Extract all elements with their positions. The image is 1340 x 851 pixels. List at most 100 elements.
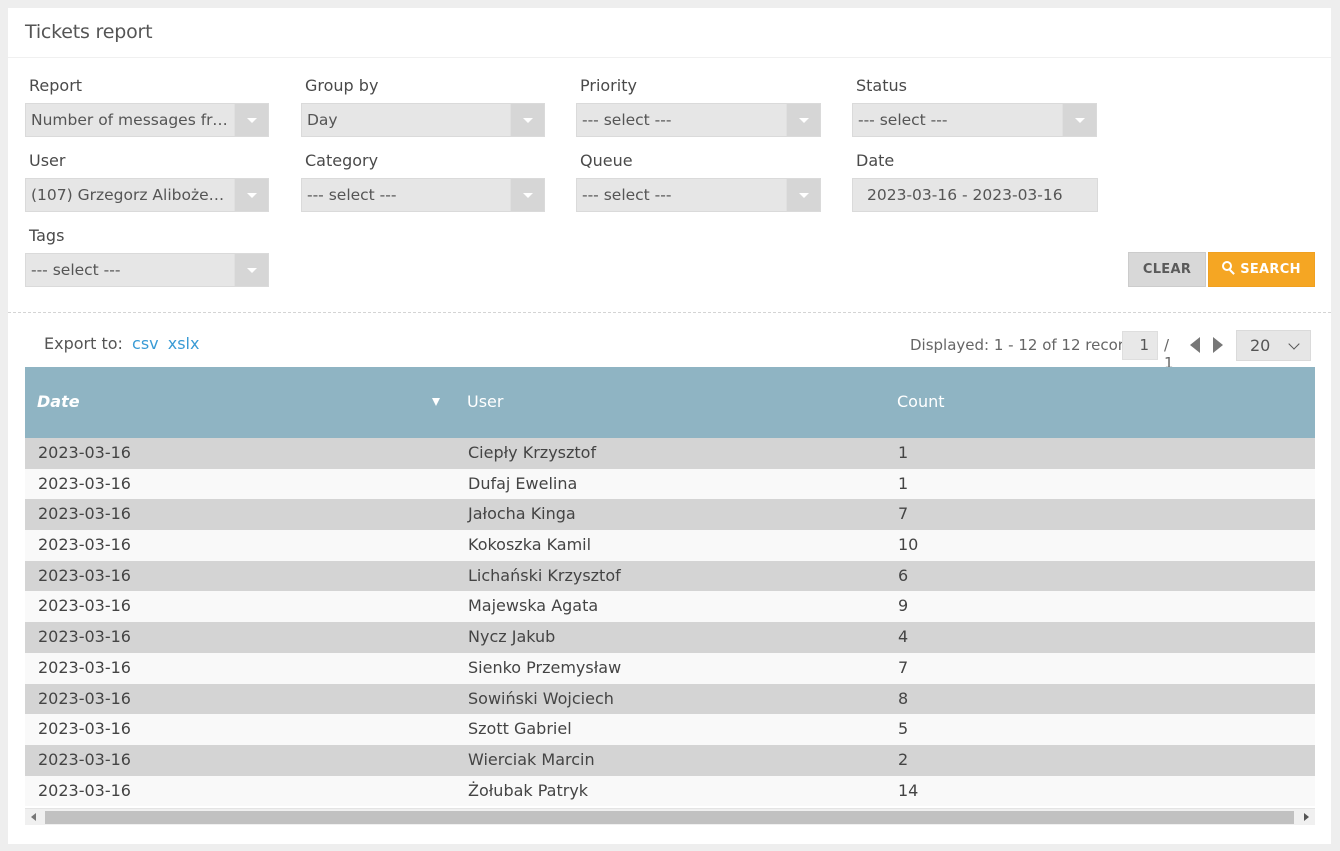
caret-down-icon bbox=[1075, 118, 1085, 123]
priority-select-value: --- select --- bbox=[582, 111, 672, 129]
tags-select-value: --- select --- bbox=[31, 261, 121, 279]
search-button-label: SEARCH bbox=[1240, 262, 1301, 277]
group-by-select-toggle[interactable] bbox=[510, 104, 544, 136]
date-range-input[interactable]: 2023-03-16 - 2023-03-16 bbox=[852, 178, 1098, 212]
tags-select[interactable]: --- select --- bbox=[25, 253, 269, 287]
cell-user: Ciepły Krzysztof bbox=[468, 443, 597, 462]
priority-select-toggle[interactable] bbox=[786, 104, 820, 136]
report-select-toggle[interactable] bbox=[234, 104, 268, 136]
report-select[interactable]: Number of messages fro... bbox=[25, 103, 269, 137]
user-select[interactable]: (107) Grzegorz Alibożek, ... bbox=[25, 178, 269, 212]
priority-select[interactable]: --- select --- bbox=[576, 103, 821, 137]
status-label: Status bbox=[856, 76, 907, 95]
tags-select-toggle[interactable] bbox=[234, 254, 268, 286]
category-select[interactable]: --- select --- bbox=[301, 178, 545, 212]
cell-user: Sowiński Wojciech bbox=[468, 688, 614, 708]
cell-user: Dufaj Ewelina bbox=[468, 473, 578, 493]
scroll-right-icon[interactable] bbox=[1304, 813, 1309, 821]
report-panel: Tickets report Report Number of messages… bbox=[8, 8, 1331, 844]
queue-select[interactable]: --- select --- bbox=[576, 178, 821, 212]
page-size-value: 20 bbox=[1250, 336, 1271, 355]
page-number-input[interactable]: 1 bbox=[1122, 331, 1158, 360]
scrollbar-thumb[interactable] bbox=[45, 811, 1294, 824]
queue-select-value: --- select --- bbox=[582, 186, 672, 204]
page-title: Tickets report bbox=[25, 21, 153, 43]
table-row[interactable]: 2023-03-16 Wierciak Marcin 2 bbox=[25, 744, 1315, 776]
horizontal-scrollbar[interactable] bbox=[25, 808, 1315, 825]
report-label: Report bbox=[29, 76, 83, 95]
next-page-icon[interactable] bbox=[1213, 337, 1223, 353]
cell-count: 7 bbox=[898, 657, 909, 677]
cell-count: 9 bbox=[898, 596, 909, 616]
cell-user: Wierciak Marcin bbox=[468, 749, 595, 769]
export-bar: Export to: csv xslx bbox=[44, 334, 199, 353]
cell-count: 8 bbox=[898, 688, 909, 708]
cell-date: 2023-03-16 bbox=[38, 749, 131, 769]
cell-date: 2023-03-16 bbox=[38, 504, 131, 524]
caret-down-icon bbox=[247, 193, 257, 198]
priority-label: Priority bbox=[580, 76, 637, 95]
status-select-toggle[interactable] bbox=[1062, 104, 1096, 136]
group-by-select-value: Day bbox=[307, 111, 338, 129]
table-row[interactable]: 2023-03-16 Nycz Jakub 4 bbox=[25, 622, 1315, 653]
caret-down-icon bbox=[799, 193, 809, 198]
export-csv-link[interactable]: csv bbox=[132, 334, 159, 353]
page-size-select[interactable]: 20 bbox=[1236, 330, 1311, 361]
previous-page-icon[interactable] bbox=[1190, 337, 1200, 353]
column-header-count[interactable]: Count bbox=[897, 392, 945, 411]
export-xslx-link[interactable]: xslx bbox=[168, 334, 200, 353]
category-select-toggle[interactable] bbox=[510, 179, 544, 211]
table-row[interactable]: 2023-03-16 Żołubak Patryk 14 bbox=[25, 775, 1315, 807]
cell-count: 7 bbox=[898, 504, 909, 524]
cell-count: 4 bbox=[898, 627, 909, 647]
cell-date: 2023-03-16 bbox=[38, 780, 131, 800]
table-row[interactable]: 2023-03-16 Kokoszka Kamil 10 bbox=[25, 530, 1315, 561]
panel-header: Tickets report bbox=[8, 8, 1331, 58]
table-row[interactable]: 2023-03-16 Szott Gabriel 5 bbox=[25, 714, 1315, 745]
cell-user: Majewska Agata bbox=[468, 596, 599, 616]
table-row[interactable]: 2023-03-16 Sowiński Wojciech 8 bbox=[25, 683, 1315, 715]
clear-button[interactable]: CLEAR bbox=[1128, 252, 1206, 287]
tags-label: Tags bbox=[29, 226, 65, 245]
cell-date: 2023-03-16 bbox=[38, 688, 131, 708]
table-row[interactable]: 2023-03-16 Ciepły Krzysztof 1 bbox=[25, 438, 1315, 469]
caret-down-icon bbox=[247, 268, 257, 273]
cell-count: 10 bbox=[898, 535, 919, 555]
table-row[interactable]: 2023-03-16 Jałocha Kinga 7 bbox=[25, 499, 1315, 531]
table-row[interactable]: 2023-03-16 Sienko Przemysław 7 bbox=[25, 652, 1315, 684]
chevron-down-icon bbox=[1288, 338, 1300, 350]
status-select[interactable]: --- select --- bbox=[852, 103, 1097, 137]
export-label: Export to: bbox=[44, 334, 123, 353]
search-button[interactable]: SEARCH bbox=[1208, 252, 1315, 287]
date-range-value: 2023-03-16 - 2023-03-16 bbox=[867, 186, 1063, 204]
cell-count: 2 bbox=[898, 749, 909, 769]
table-row[interactable]: 2023-03-16 Lichański Krzysztof 6 bbox=[25, 560, 1315, 592]
category-label: Category bbox=[305, 151, 379, 170]
column-header-date[interactable]: Date bbox=[37, 392, 80, 411]
cell-date: 2023-03-16 bbox=[38, 565, 131, 585]
category-select-value: --- select --- bbox=[307, 186, 397, 204]
cell-user: Kokoszka Kamil bbox=[468, 535, 592, 555]
group-by-label: Group by bbox=[305, 76, 379, 95]
column-header-user[interactable]: User bbox=[467, 392, 503, 411]
caret-down-icon bbox=[247, 118, 257, 123]
table-row[interactable]: 2023-03-16 Dufaj Ewelina 1 bbox=[25, 468, 1315, 500]
search-icon bbox=[1222, 261, 1236, 275]
table-row[interactable]: 2023-03-16 Majewska Agata 9 bbox=[25, 591, 1315, 623]
status-select-value: --- select --- bbox=[858, 111, 948, 129]
cell-date: 2023-03-16 bbox=[38, 657, 131, 677]
cell-user: Szott Gabriel bbox=[468, 719, 572, 739]
cell-count: 1 bbox=[898, 473, 909, 493]
user-select-toggle[interactable] bbox=[234, 179, 268, 211]
report-select-value: Number of messages fro... bbox=[31, 111, 231, 129]
user-select-value: (107) Grzegorz Alibożek, ... bbox=[31, 186, 231, 204]
cell-user: Sienko Przemysław bbox=[468, 657, 622, 677]
caret-down-icon bbox=[799, 118, 809, 123]
scroll-left-icon[interactable] bbox=[31, 813, 36, 821]
cell-count: 5 bbox=[898, 719, 909, 739]
clear-button-label: CLEAR bbox=[1142, 262, 1192, 277]
cell-date: 2023-03-16 bbox=[38, 443, 131, 462]
queue-select-toggle[interactable] bbox=[786, 179, 820, 211]
sort-descending-icon[interactable] bbox=[432, 398, 440, 406]
group-by-select[interactable]: Day bbox=[301, 103, 545, 137]
